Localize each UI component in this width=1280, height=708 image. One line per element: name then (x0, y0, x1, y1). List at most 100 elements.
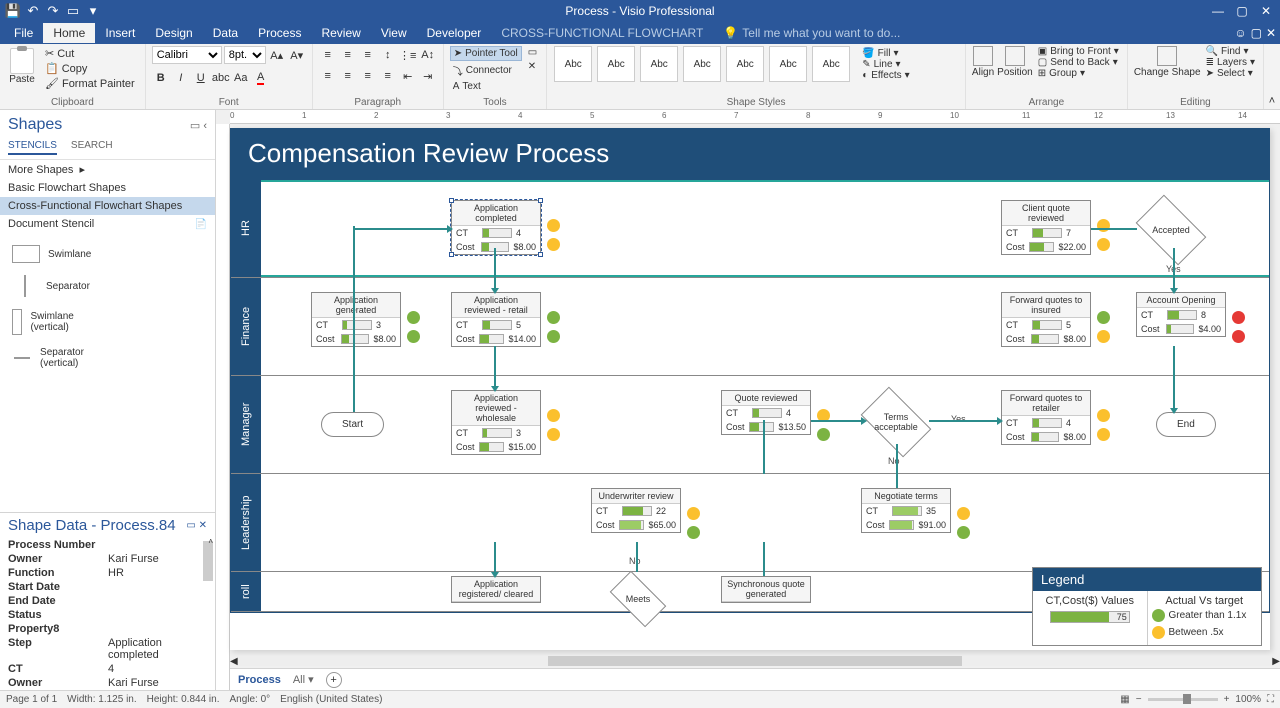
font-size-select[interactable]: 8pt. (224, 46, 266, 64)
shape-underwriter-review[interactable]: Underwriter review CT22 Cost$65.00 (591, 488, 681, 533)
lane-hr[interactable]: HR Application completed CT4 Cost$8.00 C… (231, 180, 1269, 278)
legend[interactable]: Legend CT,Cost($) Values 75 Actual Vs ta… (1032, 567, 1262, 646)
swimlane-container[interactable]: HR Application completed CT4 Cost$8.00 C… (230, 179, 1270, 613)
shape-start[interactable]: Start (321, 412, 384, 437)
help-close-icon[interactable]: ✕ (1266, 26, 1276, 40)
shape-data-row[interactable]: StepApplication completed (0, 636, 215, 662)
shape-data-row[interactable]: Process Number (0, 538, 215, 552)
zoom-in-button[interactable]: + (1224, 694, 1230, 705)
save-icon[interactable]: 💾 (4, 2, 22, 20)
fit-to-window-icon[interactable]: ⛶ (1267, 694, 1274, 705)
align-top-icon[interactable]: ≡ (319, 46, 337, 64)
smiley-icon[interactable]: ☺ (1234, 26, 1246, 40)
shape-data-close-icon[interactable]: ✕ (199, 520, 207, 531)
position-button[interactable]: Position (997, 46, 1033, 78)
shape-data-row[interactable]: Status (0, 608, 215, 622)
presentation-mode-icon[interactable]: ▦ (1120, 694, 1129, 705)
align-button[interactable]: Align (972, 46, 994, 78)
shape-app-reviewed-wholesale[interactable]: Application reviewed - wholesale CT3 Cos… (451, 390, 541, 455)
close-icon[interactable]: ✕ (1256, 2, 1276, 20)
font-size-stepper[interactable]: Aa (232, 69, 250, 87)
indent-left-icon[interactable]: ⇤ (399, 67, 417, 85)
shape-style-1[interactable]: Abc (554, 46, 592, 82)
align-center-icon[interactable]: ≡ (339, 67, 357, 85)
shape-data-row[interactable]: CT4 (0, 662, 215, 676)
shapes-pin-icon[interactable]: ▭ (190, 120, 200, 132)
menu-file[interactable]: File (4, 23, 43, 43)
lane-leadership[interactable]: Leadership Underwriter review CT22 Cost$… (231, 474, 1269, 572)
shape-data-row[interactable]: End Date (0, 594, 215, 608)
separator-shape[interactable]: Separator (8, 271, 106, 301)
align-bottom-icon[interactable]: ≡ (359, 46, 377, 64)
line-button[interactable]: ✎Line ▾ (860, 59, 911, 70)
shape-data-row[interactable]: FunctionHR (0, 566, 215, 580)
change-shape-button[interactable]: Change Shape (1134, 46, 1201, 78)
orientation-icon[interactable]: ↕ (379, 46, 397, 64)
zoom-level[interactable]: 100% (1235, 694, 1261, 705)
shape-data-pin-icon[interactable]: ▭ (186, 520, 195, 531)
shape-negotiate-terms[interactable]: Negotiate terms CT35 Cost$91.00 (861, 488, 951, 533)
underline-button[interactable]: U (192, 69, 210, 87)
shape-style-6[interactable]: Abc (769, 46, 807, 82)
menu-design[interactable]: Design (145, 23, 202, 43)
tool-extra-1[interactable]: ▭ (525, 46, 540, 59)
shape-accepted-decision[interactable]: Accepted (1141, 210, 1201, 250)
menu-view[interactable]: View (371, 23, 417, 43)
shape-client-quote-reviewed[interactable]: Client quote reviewed CT7 Cost$22.00 (1001, 200, 1091, 255)
shape-app-reviewed-retail[interactable]: Application reviewed - retail CT5 Cost$1… (451, 292, 541, 347)
layers-button[interactable]: ≣Layers ▾ (1204, 57, 1257, 68)
lane-manager[interactable]: Manager Start Application reviewed - who… (231, 376, 1269, 474)
bullets-icon[interactable]: ⋮≡ (399, 46, 417, 64)
tool-delete[interactable]: ✕ (525, 60, 540, 73)
shape-style-7[interactable]: Abc (812, 46, 850, 82)
zoom-slider[interactable] (1148, 698, 1218, 701)
qat-more-icon[interactable]: ▾ (84, 2, 102, 20)
italic-button[interactable]: I (172, 69, 190, 87)
search-tab[interactable]: SEARCH (71, 140, 113, 155)
decrease-font-icon[interactable]: A▾ (288, 46, 306, 64)
copy-button[interactable]: 📋Copy (41, 61, 139, 76)
h-scrollbar[interactable] (238, 656, 1273, 666)
shape-style-3[interactable]: Abc (640, 46, 678, 82)
stencils-tab[interactable]: STENCILS (8, 140, 57, 155)
maximize-icon[interactable]: ▢ (1232, 2, 1252, 20)
swimlane-shape[interactable]: Swimlane (8, 241, 106, 267)
more-shapes-item[interactable]: More Shapes▸ (0, 160, 215, 179)
select-button[interactable]: ➤Select ▾ (1204, 68, 1257, 79)
touch-mode-icon[interactable]: ▭ (64, 2, 82, 20)
minimize-icon[interactable]: — (1208, 2, 1228, 20)
undo-icon[interactable]: ↶ (24, 2, 42, 20)
strike-button[interactable]: abc (212, 69, 230, 87)
pointer-tool-button[interactable]: ➤Pointer Tool (450, 46, 522, 61)
document-stencil-item[interactable]: Document Stencil (0, 215, 215, 233)
ribbon-collapse-icon[interactable]: ▢ (1251, 26, 1262, 40)
menu-process[interactable]: Process (248, 23, 311, 43)
align-right-icon[interactable]: ≡ (359, 67, 377, 85)
shape-data-row[interactable]: OwnerKari Furse (0, 676, 215, 690)
shape-style-4[interactable]: Abc (683, 46, 721, 82)
paste-button[interactable]: Paste (6, 46, 38, 87)
shape-data-row[interactable]: OwnerKari Furse (0, 552, 215, 566)
scroll-right-icon[interactable]: ▶ (1272, 656, 1280, 667)
shape-forward-quotes-insured[interactable]: Forward quotes to insured CT5 Cost$8.00 (1001, 292, 1091, 347)
send-to-back-button[interactable]: ▢Send to Back ▾ (1036, 57, 1121, 68)
sheet-process[interactable]: Process (238, 674, 281, 686)
shape-data-scrollbar[interactable] (203, 541, 213, 581)
redo-icon[interactable]: ↷ (44, 2, 62, 20)
lane-finance[interactable]: Finance Application generated CT3 Cost$8… (231, 278, 1269, 376)
sheet-all[interactable]: All ▾ (293, 673, 314, 686)
indent-right-icon[interactable]: ⇥ (419, 67, 437, 85)
menu-developer[interactable]: Developer (417, 23, 492, 43)
menu-data[interactable]: Data (203, 23, 248, 43)
shape-data-row[interactable]: Start Date (0, 580, 215, 594)
menu-home[interactable]: Home (43, 23, 95, 43)
format-painter-button[interactable]: 🖌Format Painter (41, 76, 139, 91)
fill-button[interactable]: 🪣Fill ▾ (860, 48, 911, 59)
connector-tool-button[interactable]: ⤵Connector (450, 62, 522, 79)
add-sheet-button[interactable]: + (326, 672, 342, 688)
swimlane-v-shape[interactable]: Swimlane (vertical) (8, 305, 106, 339)
shape-meets-decision[interactable]: Meets (613, 584, 663, 614)
bring-to-front-button[interactable]: ▣Bring to Front ▾ (1036, 46, 1121, 57)
zoom-out-button[interactable]: − (1136, 694, 1142, 705)
shape-terms-acceptable[interactable]: Terms acceptable (866, 402, 926, 442)
